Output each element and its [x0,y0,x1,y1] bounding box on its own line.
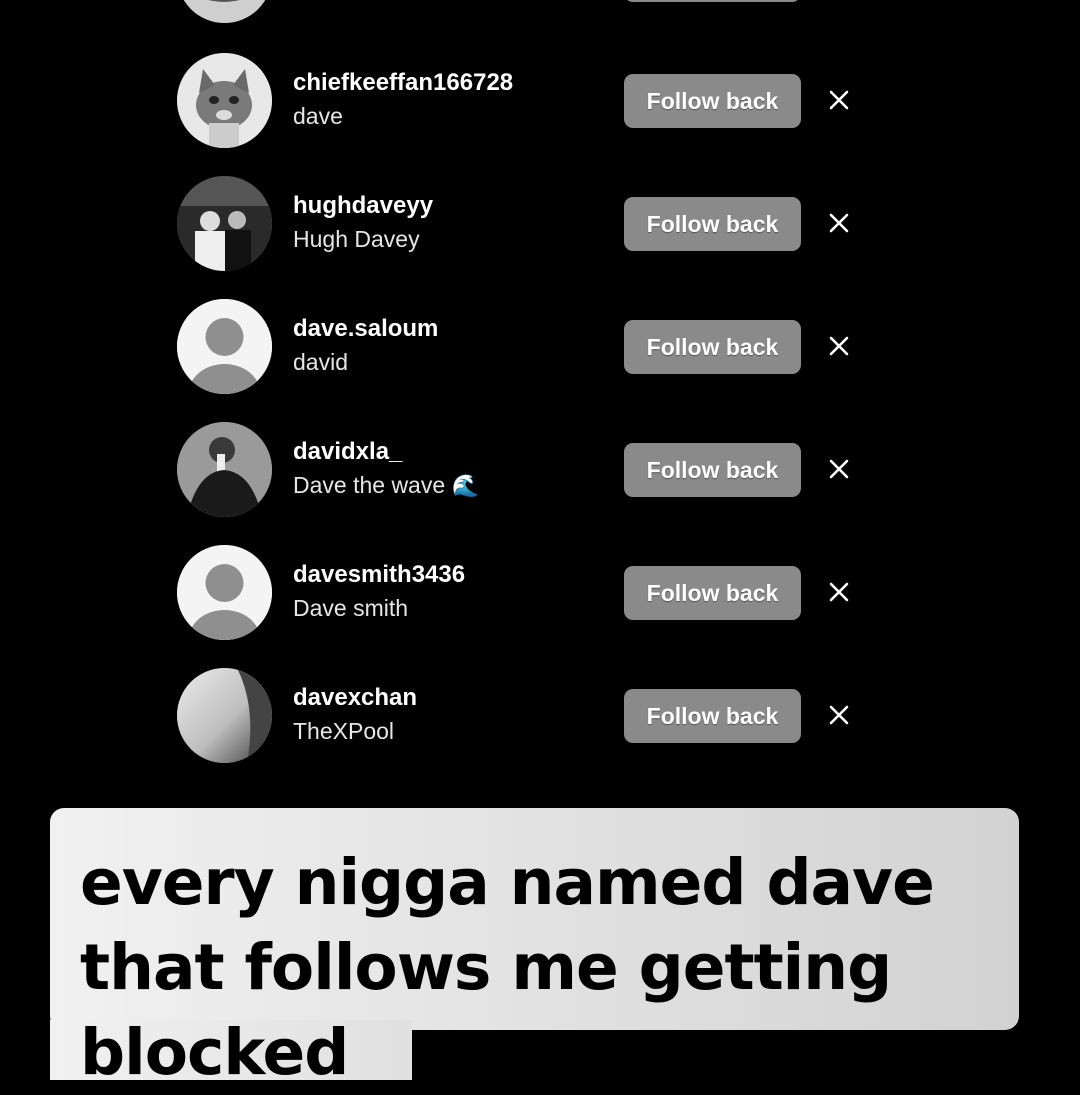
close-icon[interactable] [826,579,852,605]
list-item: hughdaveyy Hugh Davey Follow back [0,176,1080,299]
username[interactable]: davidxla_ [293,438,402,466]
follow-back-button[interactable]: Follow back [624,566,801,620]
close-icon[interactable] [826,210,852,236]
follow-back-button[interactable]: Follow back [624,689,801,743]
follow-back-button[interactable]: Follow back [624,74,801,128]
full-name: dave [293,103,343,129]
close-icon[interactable] [826,333,852,359]
close-icon[interactable] [826,456,852,482]
full-name: Hugh Davey [293,226,420,252]
wave-emoji: 🌊 [451,474,479,499]
avatar[interactable] [177,668,272,763]
avatar[interactable] [177,422,272,517]
avatar[interactable] [177,176,272,271]
full-name: Dave smith [293,595,409,621]
full-name: david [293,349,348,375]
follower-list: chiefkeeffan166728 dave Follow back hugh… [0,0,1080,800]
avatar[interactable] [177,53,272,148]
default-avatar-icon[interactable] [177,545,272,640]
full-name: TheXPool [293,718,395,744]
follow-back-button[interactable]: Follow back [624,197,801,251]
full-name: Dave the wave 🌊 [293,472,479,499]
list-item: davesmith3436 Dave smith Follow back [0,545,1080,668]
list-item: dave.saloum david Follow back [0,299,1080,422]
list-item-partial [0,0,1080,51]
avatar[interactable] [177,0,272,23]
follow-back-button[interactable] [624,0,801,2]
default-avatar-icon[interactable] [177,299,272,394]
list-item: chiefkeeffan166728 dave Follow back [0,53,1080,176]
follow-back-button[interactable]: Follow back [624,320,801,374]
list-item: davexchan TheXPool Follow back [0,668,1080,791]
list-item: davidxla_ Dave the wave 🌊 Follow back [0,422,1080,545]
username[interactable]: hughdaveyy [293,192,433,220]
caption-text: every nigga named dave that follows me g… [80,846,935,1089]
close-icon[interactable] [826,702,852,728]
username[interactable]: chiefkeeffan166728 [293,69,513,97]
username[interactable]: davesmith3436 [293,561,465,589]
close-icon[interactable] [826,87,852,113]
username[interactable]: dave.saloum [293,315,438,343]
follow-back-button[interactable]: Follow back [624,443,801,497]
username[interactable]: davexchan [293,684,417,712]
